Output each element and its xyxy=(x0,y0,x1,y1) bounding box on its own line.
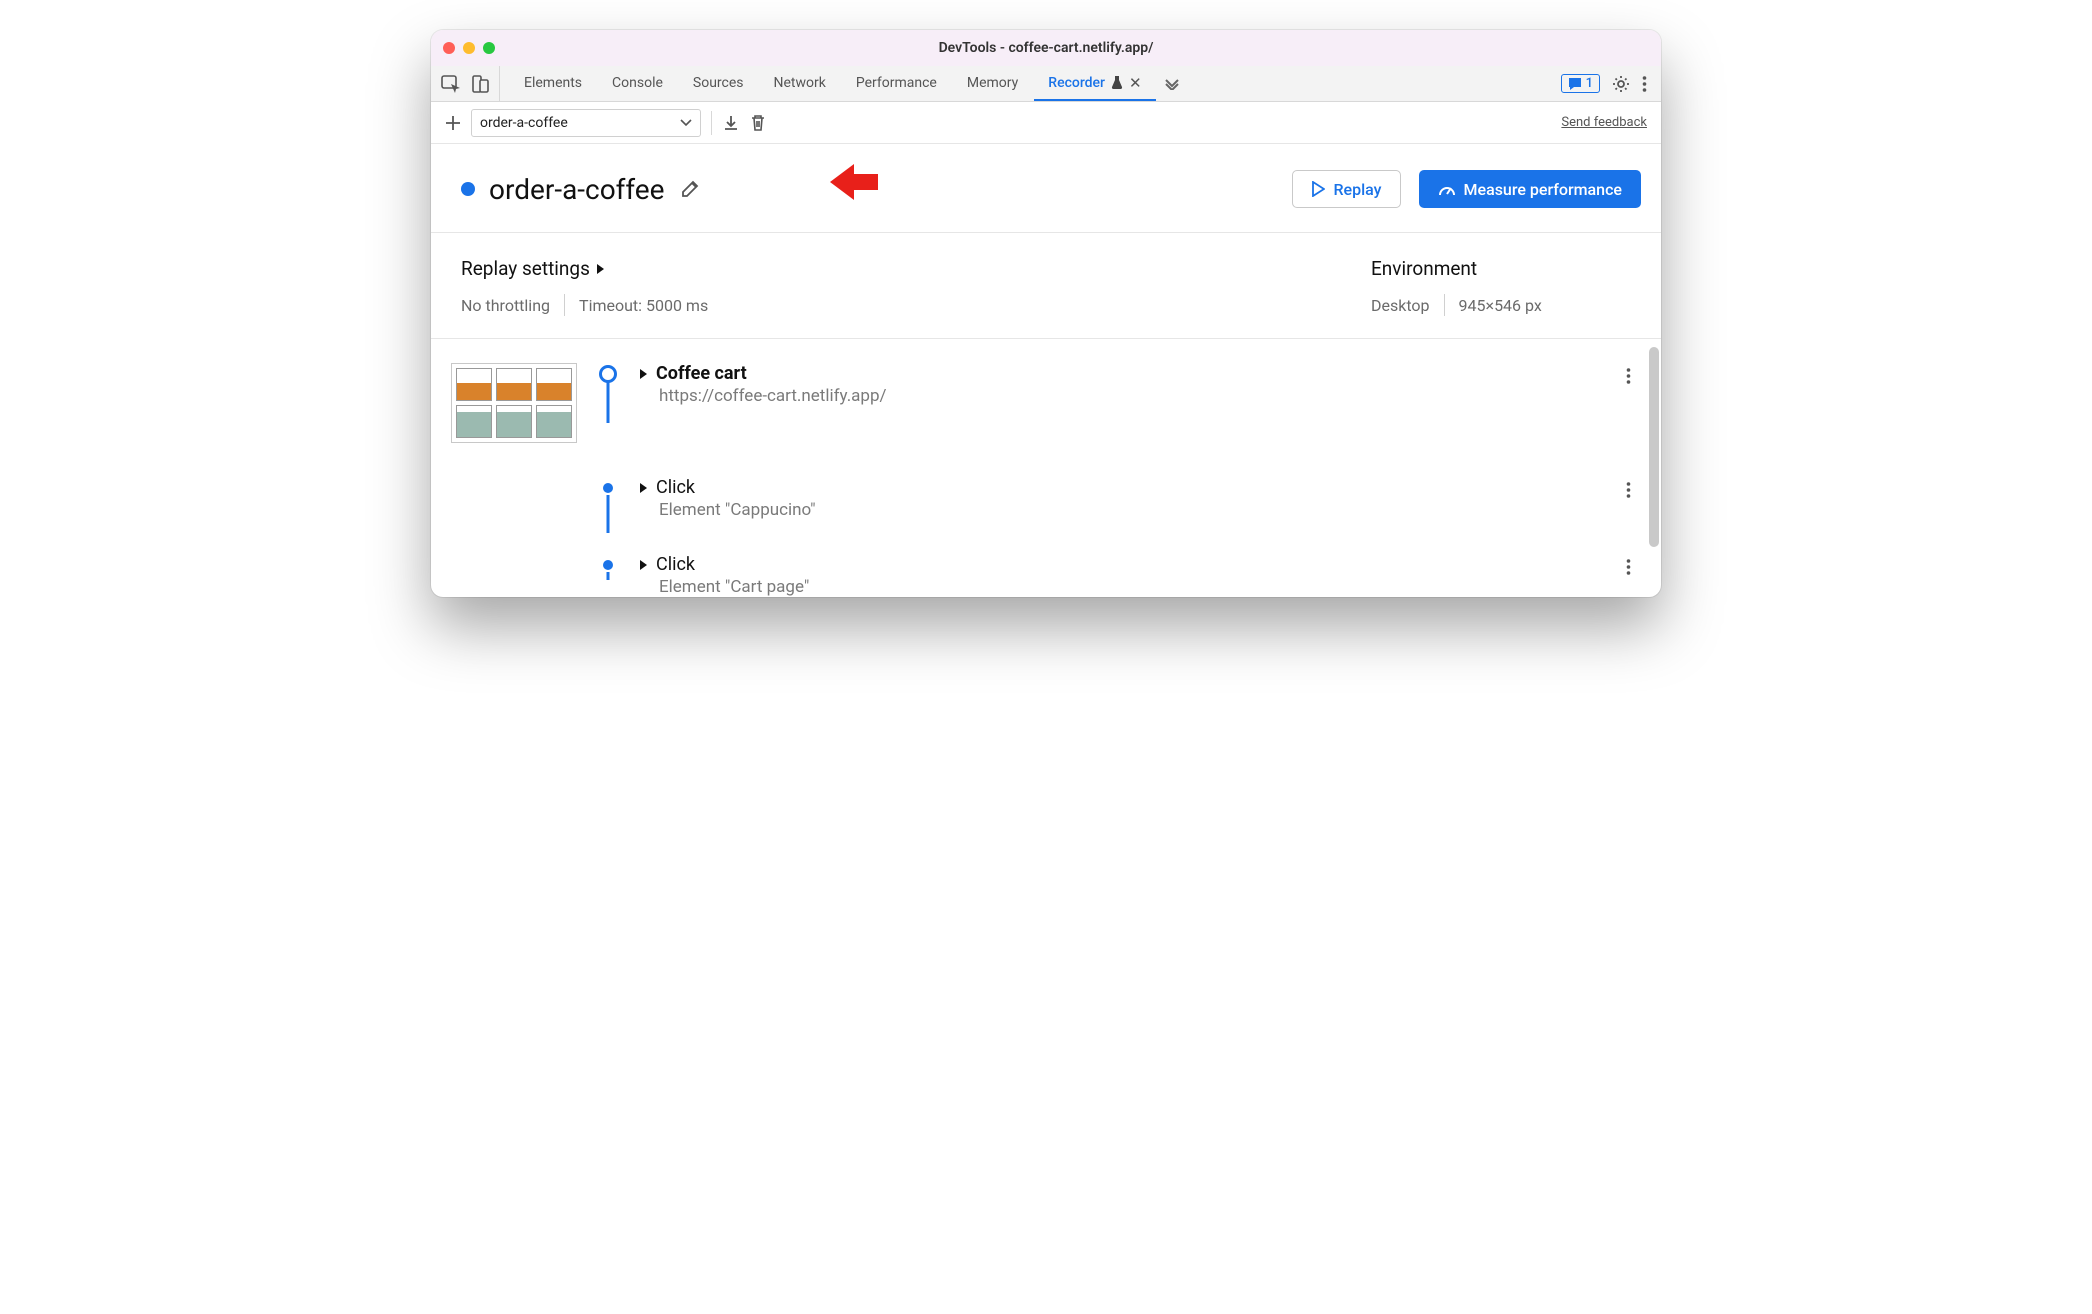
expand-step-toggle[interactable] xyxy=(639,368,648,380)
step-menu-button[interactable] xyxy=(1626,363,1631,385)
measure-label: Measure performance xyxy=(1464,180,1623,199)
step-item: Click Element "Cappucino" xyxy=(451,477,1641,554)
gauge-icon xyxy=(1438,181,1456,197)
tab-label: Performance xyxy=(856,75,937,91)
step-title: Coffee cart xyxy=(656,363,747,384)
step-subtitle: Element "Cart page" xyxy=(659,577,1604,597)
minimize-window-button[interactable] xyxy=(463,42,475,54)
settings-icon[interactable] xyxy=(1612,75,1630,93)
step-title: Click xyxy=(656,554,695,575)
recording-header: order-a-coffee Replay Measure performanc… xyxy=(431,144,1661,233)
tab-label: Console xyxy=(612,75,663,91)
step-item: Coffee cart https://coffee-cart.netlify.… xyxy=(451,363,1641,477)
recording-select[interactable]: order-a-coffee xyxy=(471,109,701,137)
chat-icon xyxy=(1568,77,1582,91)
annotation-arrow-icon xyxy=(826,162,880,202)
export-button[interactable] xyxy=(722,114,740,132)
environment-device: Desktop xyxy=(1371,296,1430,315)
step-subtitle: https://coffee-cart.netlify.app/ xyxy=(659,386,1604,406)
close-tab-icon[interactable]: ✕ xyxy=(1129,74,1142,92)
timeline-marker xyxy=(599,477,617,493)
tab-label: Recorder xyxy=(1048,75,1105,91)
panel-tabs: Elements Console Sources Network Perform… xyxy=(431,66,1661,102)
timeline-marker xyxy=(599,554,617,570)
recording-title: order-a-coffee xyxy=(489,173,665,206)
send-feedback-link[interactable]: Send feedback xyxy=(1561,115,1647,130)
replay-button[interactable]: Replay xyxy=(1292,170,1400,208)
tab-recorder[interactable]: Recorder ✕ xyxy=(1034,66,1155,101)
measure-performance-button[interactable]: Measure performance xyxy=(1419,170,1642,208)
timeout-value: Timeout: 5000 ms xyxy=(579,296,708,315)
tab-label: Sources xyxy=(693,75,744,91)
step-menu-button[interactable] xyxy=(1626,554,1631,576)
device-toolbar-icon[interactable] xyxy=(471,75,489,93)
step-thumbnail[interactable] xyxy=(451,363,577,443)
chevron-down-icon xyxy=(680,119,692,127)
close-window-button[interactable] xyxy=(443,42,455,54)
devtools-window: DevTools - coffee-cart.netlify.app/ Elem… xyxy=(431,30,1661,597)
issues-badge[interactable]: 1 xyxy=(1561,74,1600,93)
recording-status-dot xyxy=(461,182,475,196)
tab-performance[interactable]: Performance xyxy=(842,66,951,101)
tab-elements[interactable]: Elements xyxy=(510,66,596,101)
separator xyxy=(711,111,712,135)
environment-viewport: 945×546 px xyxy=(1459,296,1542,315)
tab-label: Memory xyxy=(967,75,1018,91)
steps-list: Coffee cart https://coffee-cart.netlify.… xyxy=(431,339,1661,597)
scrollbar[interactable] xyxy=(1649,347,1659,547)
timeline-marker xyxy=(599,363,617,383)
tab-memory[interactable]: Memory xyxy=(953,66,1032,101)
titlebar: DevTools - coffee-cart.netlify.app/ xyxy=(431,30,1661,66)
tab-console[interactable]: Console xyxy=(598,66,677,101)
replay-settings-toggle[interactable]: Replay settings xyxy=(461,257,1371,280)
new-recording-button[interactable] xyxy=(445,115,461,131)
tab-label: Elements xyxy=(524,75,582,91)
replay-settings-heading: Replay settings xyxy=(461,257,590,280)
issues-count: 1 xyxy=(1586,76,1593,91)
separator xyxy=(564,294,565,316)
window-controls xyxy=(443,42,495,54)
maximize-window-button[interactable] xyxy=(483,42,495,54)
tab-label: Network xyxy=(774,75,826,91)
settings-row: Replay settings No throttling Timeout: 5… xyxy=(431,233,1661,339)
expand-step-toggle[interactable] xyxy=(639,559,648,571)
window-title: DevTools - coffee-cart.netlify.app/ xyxy=(431,40,1661,56)
more-tabs-icon[interactable] xyxy=(1158,78,1186,90)
step-menu-button[interactable] xyxy=(1626,477,1631,499)
kebab-menu-icon[interactable] xyxy=(1642,75,1647,93)
separator xyxy=(1444,294,1445,316)
inspect-element-icon[interactable] xyxy=(441,75,461,93)
tab-sources[interactable]: Sources xyxy=(679,66,758,101)
step-item: Click Element "Cart page" xyxy=(451,554,1641,597)
recorder-toolbar: order-a-coffee Send feedback xyxy=(431,102,1661,144)
edit-title-button[interactable] xyxy=(679,178,701,200)
replay-label: Replay xyxy=(1333,180,1381,199)
step-subtitle: Element "Cappucino" xyxy=(659,500,1604,520)
play-icon xyxy=(1311,181,1325,197)
caret-right-icon xyxy=(596,263,605,275)
tab-network[interactable]: Network xyxy=(760,66,840,101)
throttling-value: No throttling xyxy=(461,296,550,315)
environment-heading: Environment xyxy=(1371,257,1631,280)
expand-step-toggle[interactable] xyxy=(639,482,648,494)
delete-button[interactable] xyxy=(750,114,766,132)
step-title: Click xyxy=(656,477,695,498)
flask-icon xyxy=(1111,76,1123,90)
recording-select-value: order-a-coffee xyxy=(480,115,568,131)
